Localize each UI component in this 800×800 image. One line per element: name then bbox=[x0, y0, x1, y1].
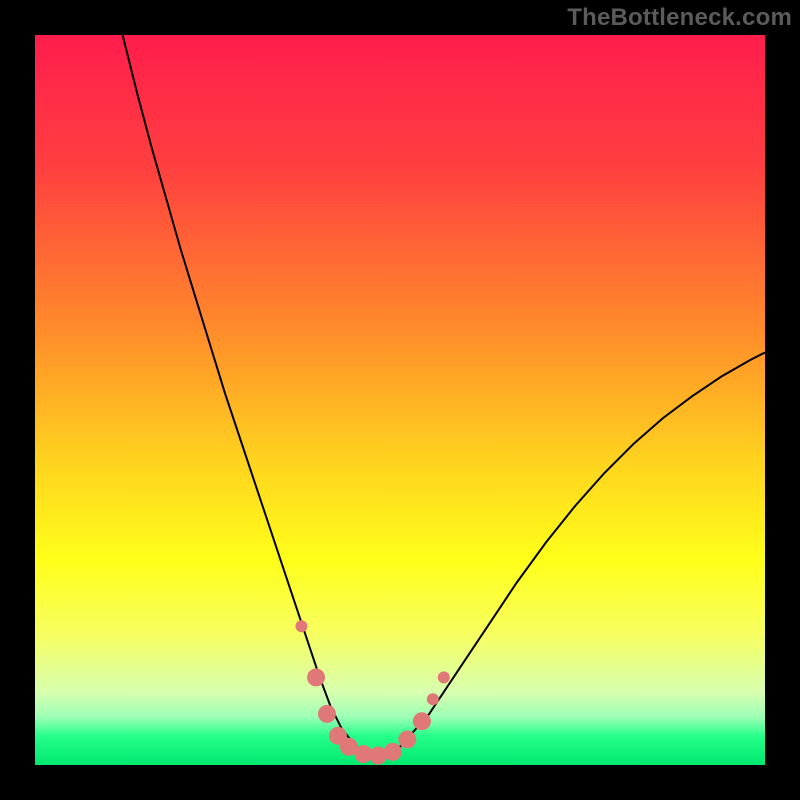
plot-background bbox=[35, 35, 765, 765]
marker-point bbox=[384, 743, 402, 761]
marker-point bbox=[438, 671, 450, 683]
marker-point bbox=[307, 668, 325, 686]
marker-point bbox=[295, 620, 307, 632]
marker-point bbox=[318, 705, 336, 723]
marker-point bbox=[413, 712, 431, 730]
bottleneck-chart bbox=[0, 0, 800, 800]
marker-point bbox=[398, 730, 416, 748]
chart-frame: TheBottleneck.com bbox=[0, 0, 800, 800]
marker-point bbox=[427, 693, 439, 705]
